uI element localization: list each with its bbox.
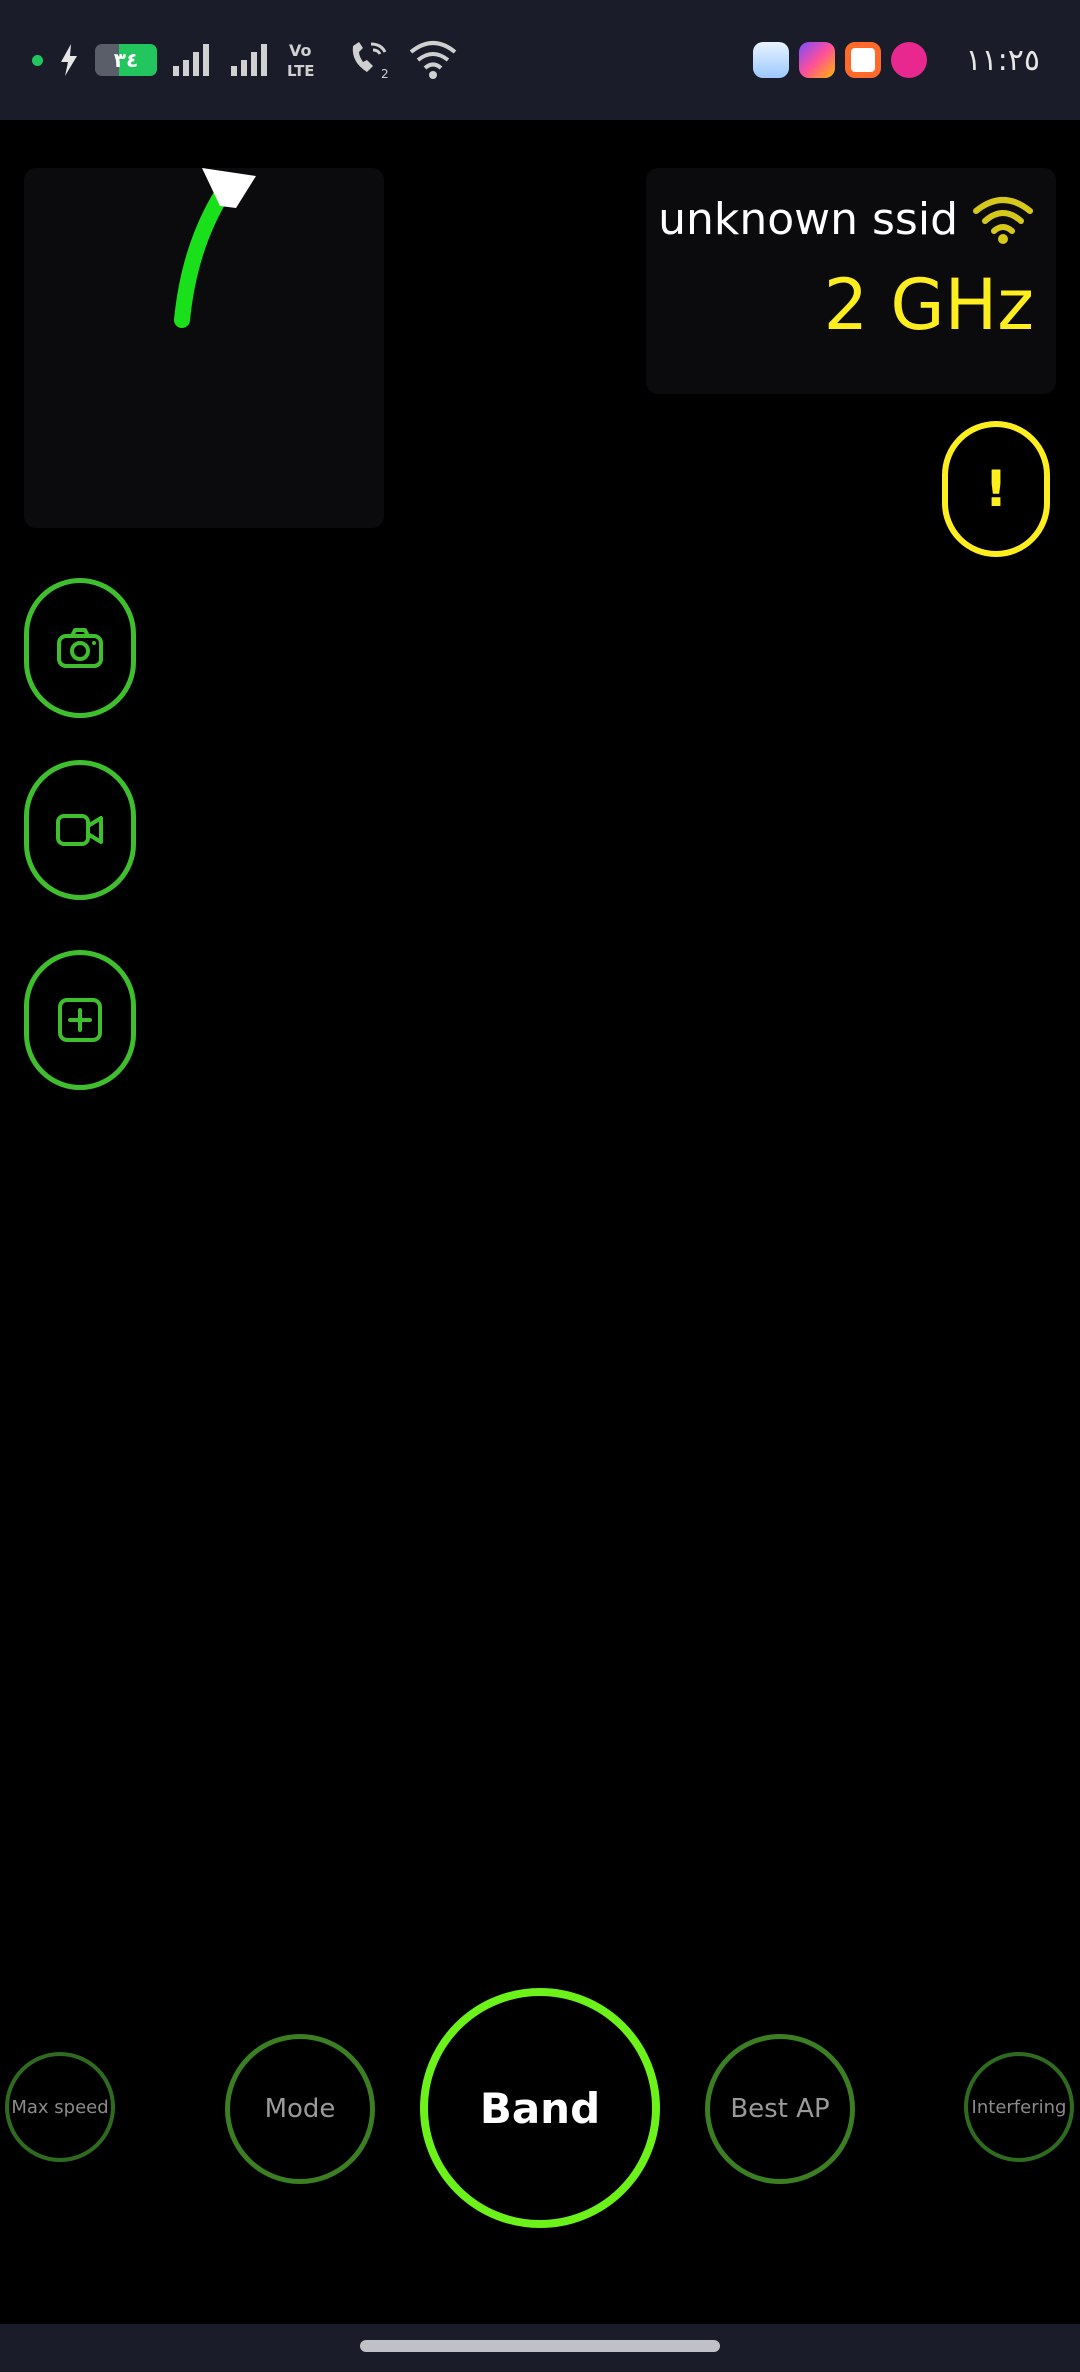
max-speed-label: Max speed <box>11 2096 109 2118</box>
mode-label: Mode <box>264 2094 336 2124</box>
volte-icon: Vo LTE <box>287 41 315 80</box>
wifi-icon <box>409 41 457 79</box>
mode-button[interactable]: Mode <box>225 2034 375 2184</box>
svg-text:2: 2 <box>381 67 389 80</box>
add-icon <box>58 998 102 1042</box>
interfering-label: Interfering <box>971 2096 1067 2118</box>
add-button[interactable] <box>24 950 136 1090</box>
status-bar: ٣٤ Vo LTE 2 ١١:٢٥ <box>0 0 1080 120</box>
alert-icon: ! <box>984 460 1008 518</box>
camera-button[interactable] <box>24 578 136 718</box>
notification-dot-icon <box>32 54 43 66</box>
charging-icon <box>61 44 77 76</box>
wifi-call-icon: 2 <box>352 42 389 80</box>
signal-icon <box>173 44 209 76</box>
camera-icon <box>57 628 103 668</box>
status-bar-right: ١١:٢٥ <box>753 0 1040 120</box>
svg-text:LTE: LTE <box>287 62 315 80</box>
network-info-card: unknown ssid 2 GHz <box>646 168 1056 394</box>
path-minimap <box>24 168 384 528</box>
app-icon-2 <box>799 42 836 78</box>
app-icon-3 <box>845 42 882 78</box>
band-button[interactable]: Band <box>420 1988 660 2228</box>
ssid-label: unknown ssid <box>658 194 958 245</box>
alert-button[interactable]: ! <box>942 421 1050 557</box>
video-icon <box>56 814 103 846</box>
best-ap-button[interactable]: Best AP <box>705 2034 855 2184</box>
app-icon-4 <box>891 42 928 78</box>
max-speed-button[interactable]: Max speed <box>5 2052 115 2162</box>
video-button[interactable] <box>24 760 136 900</box>
clock: ١١:٢٥ <box>965 42 1040 78</box>
signal-icon <box>231 44 267 76</box>
battery-icon: ٣٤ <box>95 44 157 76</box>
wifi-strength-icon <box>973 196 1033 244</box>
home-handle[interactable] <box>360 2340 720 2352</box>
band-value: 2 GHz <box>823 264 1034 346</box>
app-icon-1 <box>753 42 790 78</box>
band-label: Band <box>479 2083 601 2133</box>
path-trail <box>174 168 256 328</box>
battery-level: ٣٤ <box>113 48 139 72</box>
interfering-button[interactable]: Interfering <box>964 2052 1074 2162</box>
status-bar-left: ٣٤ Vo LTE 2 <box>32 0 461 120</box>
svg-text:Vo: Vo <box>289 41 312 60</box>
navigation-bar <box>0 2324 1080 2372</box>
best-ap-label: Best AP <box>730 2094 830 2124</box>
ssid-row: unknown ssid <box>658 194 1034 245</box>
